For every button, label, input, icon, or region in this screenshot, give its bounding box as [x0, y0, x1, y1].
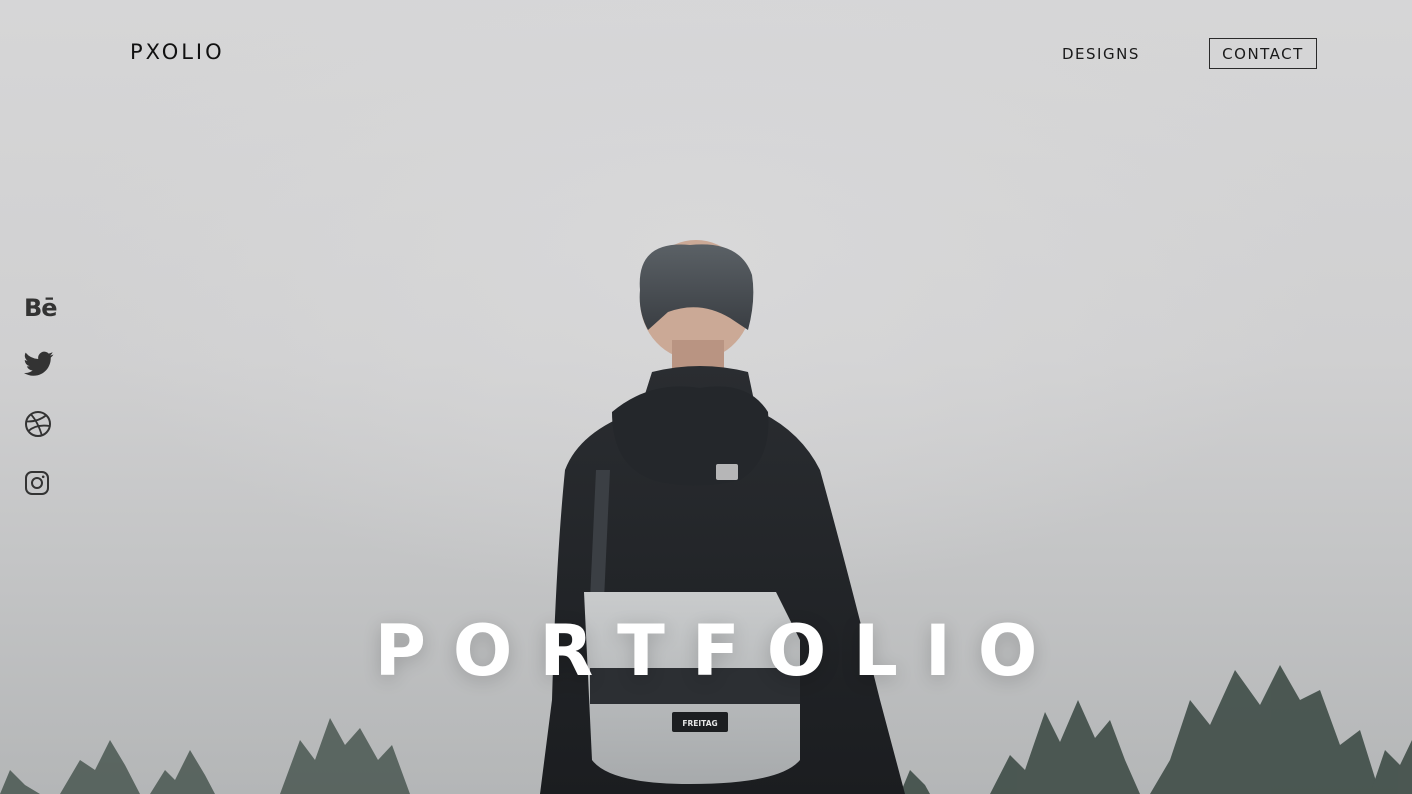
nav-designs-link[interactable]: DESIGNS [1062, 45, 1140, 63]
nav-contact-label: CONTACT [1222, 44, 1304, 63]
behance-link[interactable]: Bē [24, 292, 60, 324]
person-figure: FREITAG [540, 240, 905, 794]
instagram-icon [25, 471, 49, 495]
behance-icon: Bē [24, 294, 58, 322]
instagram-link[interactable] [24, 467, 60, 499]
twitter-icon [24, 351, 54, 376]
nav-contact-button[interactable]: CONTACT [1209, 38, 1317, 69]
brand-logo[interactable]: PXOLIO [130, 40, 225, 64]
hero-title: PORTFOLIO [374, 610, 1065, 692]
bag-label: FREITAG [682, 719, 717, 728]
dribbble-icon [25, 411, 51, 437]
trees-left [0, 718, 410, 794]
dribbble-link[interactable] [24, 408, 60, 440]
hero-section: FREITAG PXOLIO DESIGNS CONTACT Bē PORTFO… [0, 0, 1412, 794]
twitter-link[interactable] [24, 348, 60, 380]
